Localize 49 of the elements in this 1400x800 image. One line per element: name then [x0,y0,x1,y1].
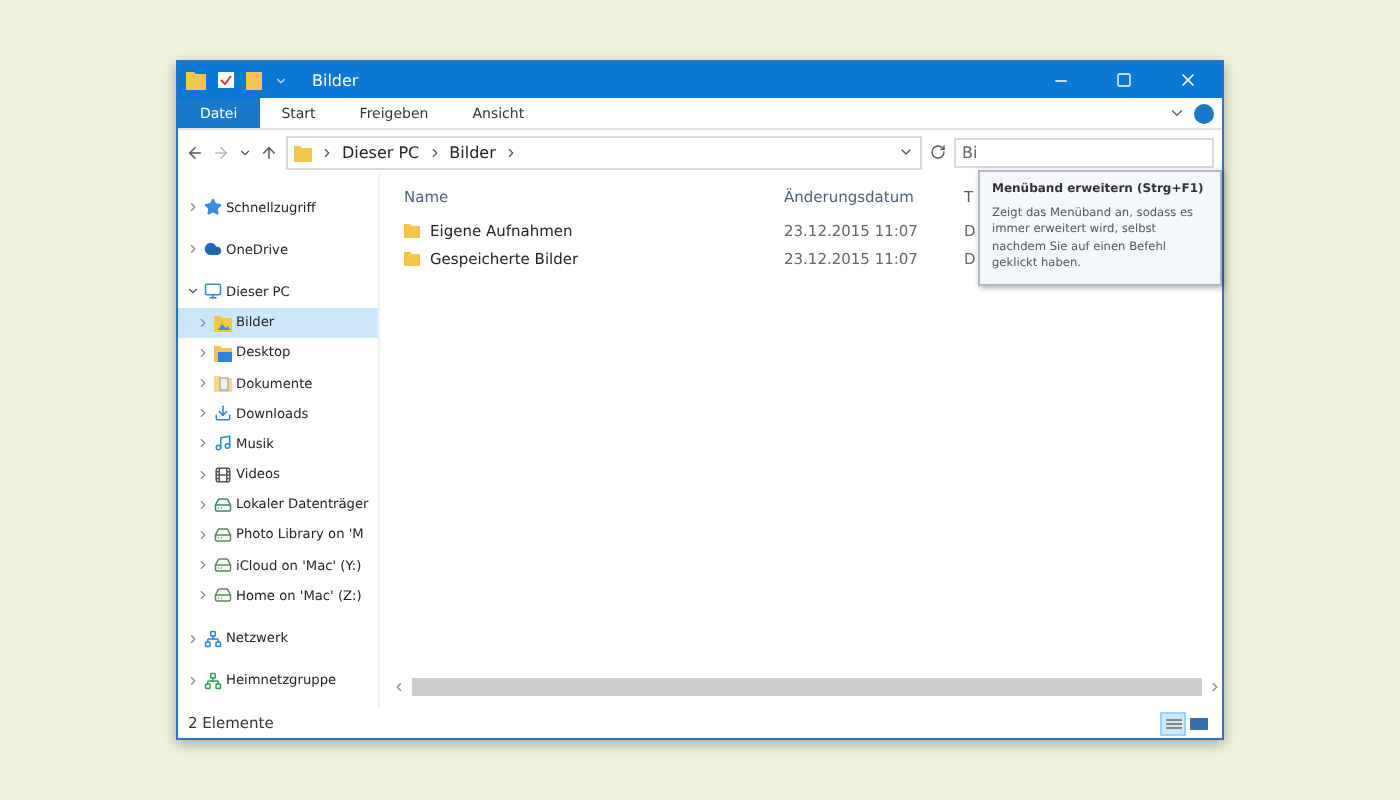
separator-icon [320,145,334,159]
desktop-folder-icon [214,343,232,362]
network-icon [204,629,222,648]
expand-icon[interactable] [186,284,200,299]
caret-icon[interactable] [274,73,288,87]
scrollbar-thumb[interactable] [412,678,1202,696]
computer-icon [204,282,222,301]
scroll-left-icon[interactable] [392,680,406,694]
up-icon[interactable] [260,143,278,161]
drive-icon [214,495,232,514]
expand-icon[interactable] [186,673,200,688]
cloud-icon [204,240,222,259]
network-drive-icon [214,586,232,605]
checkbox-icon[interactable] [218,72,234,88]
window-title: Bilder [312,71,361,89]
separator-icon [503,145,518,159]
dropdown-icon[interactable] [898,144,914,160]
search-field[interactable]: Bi [954,137,1214,167]
close-icon [1178,70,1198,90]
breadcrumb[interactable]: Bilder [449,143,496,161]
expand-icon[interactable] [186,242,200,257]
pictures-folder-icon [214,313,232,332]
download-icon [214,404,232,423]
music-icon [214,434,232,453]
separator-icon [427,145,442,159]
refresh-icon[interactable] [930,144,946,160]
network-drive-icon [214,525,232,544]
recent-icon[interactable] [238,145,252,159]
expand-ribbon-icon[interactable] [1168,104,1186,122]
scroll-right-icon[interactable] [1208,680,1222,694]
star-icon [204,198,222,217]
address-bar[interactable]: Dieser PC Bilder [286,135,922,169]
expand-icon[interactable] [186,631,200,646]
list-icon [1165,717,1181,729]
folder-icon [186,70,206,90]
maximize-icon [1116,72,1132,88]
tiles-icon [1190,717,1208,729]
back-icon[interactable] [186,143,204,161]
film-icon [214,465,232,484]
folder-icon[interactable] [246,71,262,89]
homegroup-icon [204,671,222,690]
network-drive-icon [214,556,232,575]
details-view-button[interactable] [1160,711,1186,735]
expand-icon[interactable] [186,200,200,215]
documents-icon [214,374,232,393]
forward-icon[interactable] [212,143,230,161]
help-icon[interactable] [1194,103,1214,123]
pictures-folder-icon [294,143,312,161]
breadcrumb[interactable]: Dieser PC [342,143,420,161]
